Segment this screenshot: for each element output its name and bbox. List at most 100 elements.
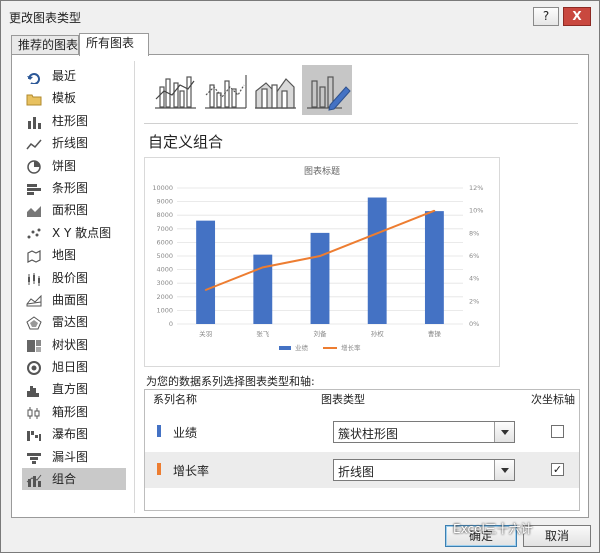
area-chart-icon [26,203,42,218]
map-chart-icon [26,248,42,264]
chart-type-select[interactable]: 折线图 [333,459,515,481]
y-tick-label: 5000 [156,252,173,260]
box-whisker-chart-icon [26,405,42,419]
sidebar-item[interactable]: 瀑布图 [22,423,126,445]
secondary-axis-checkbox[interactable]: ✓ [551,463,564,476]
tab-recommended-charts[interactable]: 推荐的图表 [11,35,79,55]
line-point [204,289,207,291]
sidebar-item[interactable]: 最近 [22,65,126,87]
chart-preview: 图表标题 10000 9000 8000 7000 6000 5000 4000 3000 20… [144,157,500,367]
secondary-axis-checkbox[interactable] [551,425,564,438]
y-tick-label: 6000 [156,238,173,246]
sidebar-item[interactable]: 模板 [22,87,126,109]
chart-type-select[interactable]: 簇状柱形图 [333,421,515,443]
sidebar-item[interactable]: 直方图 [22,378,126,400]
bar-chart-icon [26,181,42,195]
sidebar-item[interactable]: 饼图 [22,155,126,177]
clustered-column-line-icon[interactable] [150,65,200,115]
chart-type-list: 最近模板柱形图折线图饼图条形图面积图 X Y 散点图地图股价图曲面图 雷达图 树状图旭… [22,65,126,491]
funnel-chart-icon [26,450,42,464]
line-point [376,232,378,235]
series-row[interactable]: 业绩 簇状柱形图 [145,414,579,450]
sidebar-item[interactable]: 组合 [22,468,126,491]
series-color-marker [157,425,161,437]
change-chart-type-dialog: 更改图表类型 ? X 推荐的图表 所有图表 最近 模板 柱形图 折线图 饼图 条形图 面积图… [0,0,600,553]
sidebar-item[interactable]: 雷达图 [22,311,126,333]
sidebar-item-label: X Y 散点图 [52,225,112,240]
sidebar-item-label: 最近 [52,69,77,83]
x-tick-label: 关羽 [199,329,212,338]
divider [134,61,135,513]
sidebar-item[interactable]: 曲面图 [22,289,126,311]
y-tick-label: 0 [169,320,173,328]
watermark: Excel三十六计 [453,522,533,536]
y-tick-label: 9000 [156,198,173,206]
chart-svg: 图表标题 10000900080007000600050004000300020… [152,165,483,352]
sidebar-item[interactable]: 箱形图 [22,401,126,423]
all-charts-panel: 最近 模板 柱形图 折线图 饼图 条形图 面积图 X Y 散点图 地图 股价图 曲面图 雷达图 树状图旭… [11,54,589,518]
series-table-header: 系列名称 图表类型 次坐标轴 [145,390,579,406]
sidebar-item-label: 柱形图 [52,113,89,128]
sidebar-item-label: 组合 [52,472,77,487]
sidebar-item-label: 漏斗图 [52,449,89,464]
chevron-down-icon[interactable] [494,460,514,480]
sidebar-item-label: 饼图 [52,158,77,173]
y2-tick-label: 10% [469,207,483,215]
bar [310,232,330,324]
y-tick-label: 3000 [156,279,173,287]
recent-icon [26,69,42,85]
line-point [319,255,321,257]
tab-all-charts[interactable]: 所有图表 [79,33,149,56]
column-chart-icon [26,114,42,129]
sidebar-item-label: 直方图 [52,382,89,397]
x-tick-label: 孙权 [371,329,385,338]
series-name: 业绩 [173,426,198,440]
legend-label: 增长率 [341,343,361,352]
x-tick-label: 张飞 [256,329,270,338]
series-table: 系列名称 图表类型 次坐标轴 业绩 簇状柱形图 增长率 折线图 ✓ [144,389,580,511]
header-secondary-axis: 次坐标轴 [531,393,575,406]
sidebar-item[interactable]: 折线图 [22,132,126,154]
close-button[interactable]: X [563,7,591,26]
clustered-column-line-secondary-icon[interactable] [200,65,250,115]
sidebar-item-label: 股价图 [52,270,89,285]
y2-tick-label: 6% [469,252,479,260]
sidebar-item[interactable]: 股价图 [22,267,126,289]
y2-tick-label: 12% [469,184,483,192]
sidebar-item-label: 条形图 [52,180,89,195]
pie-chart-icon [26,159,42,174]
sidebar-item[interactable]: 漏斗图 [22,446,126,468]
chart-type-value: 折线图 [338,465,375,479]
custom-combo-icon[interactable] [302,65,352,115]
sidebar-item[interactable]: 旭日图 [22,356,126,378]
combo-chart-icon [26,472,42,488]
folder-icon [26,91,42,106]
stacked-area-column-icon[interactable] [250,65,300,115]
y2-tick-label: 0% [469,320,479,328]
sidebar-item[interactable]: 树状图 [22,334,126,356]
sidebar-item[interactable]: 地图 [22,244,126,266]
sidebar-item[interactable]: 柱形图 [22,110,126,132]
line-point [262,266,264,269]
title-bar[interactable]: 更改图表类型 ? X [1,1,599,31]
series-color-marker [157,463,161,475]
sidebar-item[interactable]: 条形图 [22,177,126,199]
series-row[interactable]: 增长率 折线图 ✓ [145,452,579,488]
help-button[interactable]: ? [533,7,559,26]
bar [367,197,387,324]
bar [196,220,216,324]
sidebar-item[interactable]: 面积图 [22,199,126,221]
chevron-down-icon[interactable] [494,422,514,442]
dialog-title: 更改图表类型 [9,11,82,25]
stock-chart-icon [26,271,42,286]
sidebar-item[interactable]: X Y 散点图 [22,222,126,244]
x-tick-label: 曹操 [428,329,442,338]
cancel-button[interactable]: 取消 [523,525,591,547]
sidebar-item-label: 瀑布图 [52,427,89,442]
waterfall-chart-icon [26,427,42,442]
y2-tick-label: 8% [469,229,479,237]
y-tick-label: 4000 [156,266,173,274]
y-tick-label: 10000 [152,184,173,192]
sidebar-item-label: 箱形图 [52,404,89,419]
chart-title: 图表标题 [304,165,340,177]
